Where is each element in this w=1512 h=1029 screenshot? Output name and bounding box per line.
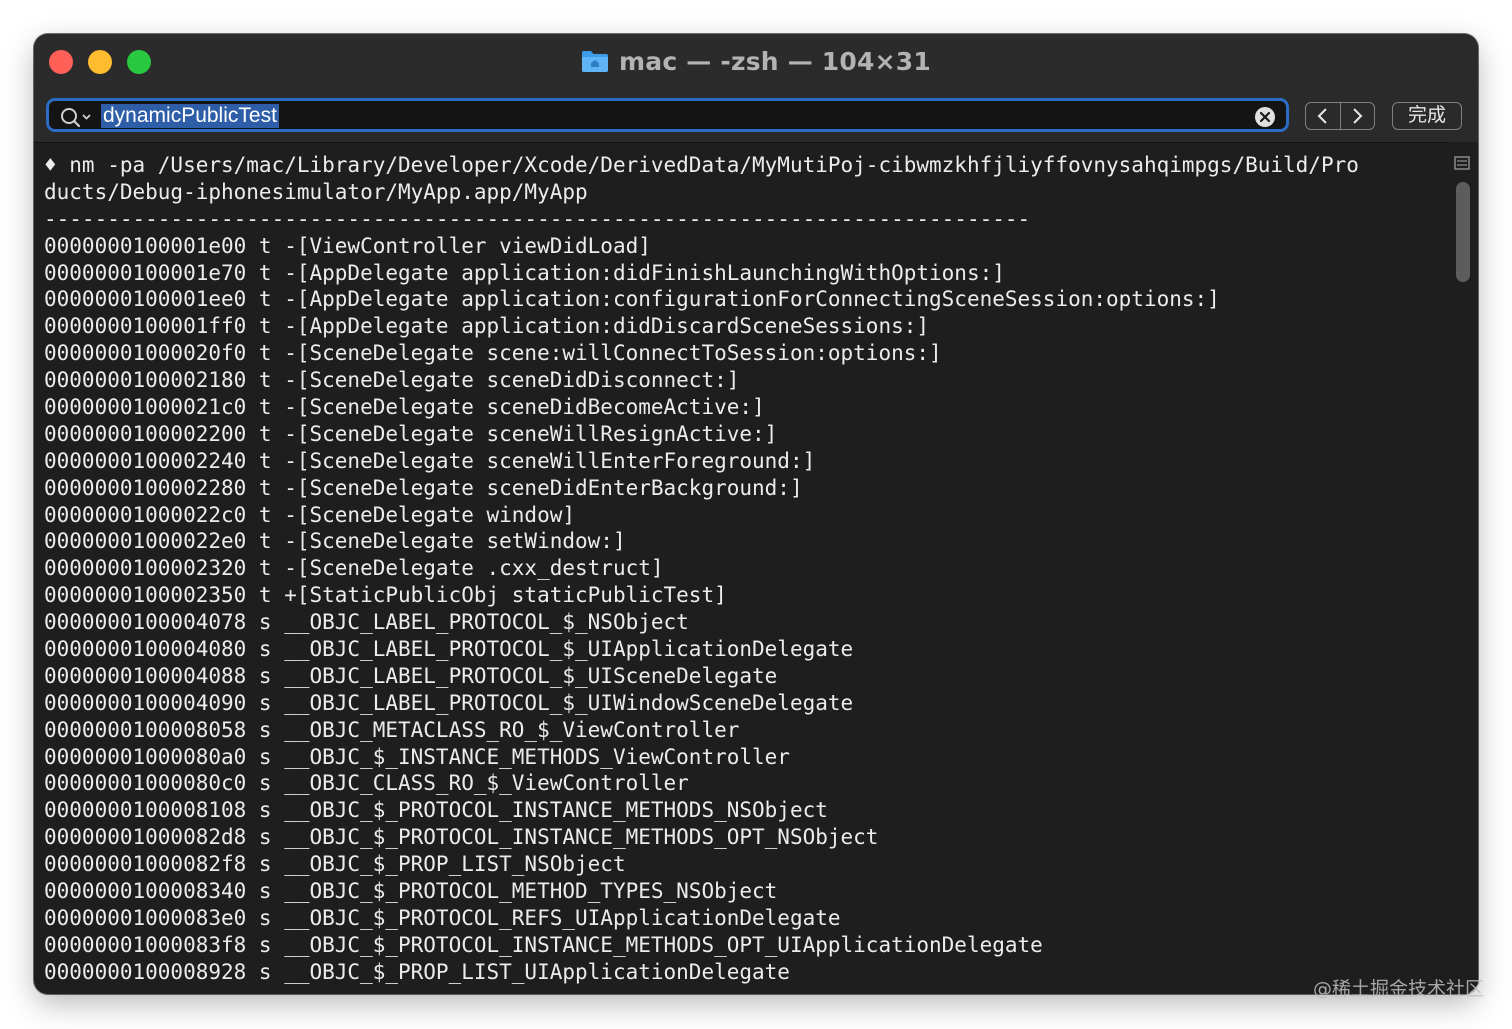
terminal-line: 0000000100001e70 t -[AppDelegate applica… (44, 260, 1005, 285)
terminal-line: 00000001000020f0 t -[SceneDelegate scene… (44, 341, 942, 366)
terminal-line: 0000000100008108 s __OBJC_$_PROTOCOL_INS… (44, 798, 828, 823)
terminal-line: 00000001000021c0 t -[SceneDelegate scene… (44, 395, 765, 420)
clear-search-icon[interactable] (1254, 106, 1276, 128)
terminal-line: ducts/Debug-iphonesimulator/MyApp.app/My… (44, 179, 588, 204)
terminal-line: 00000001000082f8 s __OBJC_$_PROP_LIST_NS… (44, 852, 626, 877)
terminal-line: 0000000100004088 s __OBJC_LABEL_PROTOCOL… (44, 663, 778, 688)
terminal-line: 00000001000080c0 s __OBJC_CLASS_RO_$_Vie… (44, 771, 689, 796)
terminal-line: 0000000100001ff0 t -[AppDelegate applica… (44, 314, 930, 339)
terminal-line: 00000001000022c0 t -[SceneDelegate windo… (44, 502, 576, 527)
terminal-line: ♦ nm -pa /Users/mac/Library/Developer/Xc… (44, 153, 1359, 177)
find-next-button[interactable] (1339, 103, 1375, 129)
terminal-line: 0000000100008928 s __OBJC_$_PROP_LIST_UI… (44, 959, 790, 984)
terminal-line: 00000001000083e0 s __OBJC_$_PROTOCOL_REF… (44, 905, 841, 930)
terminal-line: 0000000100002180 t -[SceneDelegate scene… (44, 368, 740, 393)
scrollbar-thumb[interactable] (1456, 182, 1470, 282)
find-previous-button[interactable] (1306, 103, 1340, 129)
terminal-line: 0000000100002280 t -[SceneDelegate scene… (44, 475, 803, 500)
terminal-line: 0000000100001e00 t -[ViewController view… (44, 233, 651, 258)
terminal-output[interactable]: ♦ nm -pa /Users/mac/Library/Developer/Xc… (34, 142, 1446, 994)
terminal-line: 00000001000080a0 s __OBJC_$_INSTANCE_MET… (44, 744, 790, 769)
terminal-line: 0000000100008340 s __OBJC_$_PROTOCOL_MET… (44, 879, 778, 904)
terminal-line: 00000001000083f8 s __OBJC_$_PROTOCOL_INS… (44, 932, 1043, 957)
terminal-line: 0000000100008058 s __OBJC_METACLASS_RO_$… (44, 717, 740, 742)
terminal-window: mac — -zsh — 104×31 dynamicPublicTest 完成… (34, 34, 1478, 994)
terminal-line: 0000000100002240 t -[SceneDelegate scene… (44, 448, 816, 473)
window-title: mac — -zsh — 104×31 (34, 44, 1478, 78)
terminal-line: ----------------------------------------… (44, 206, 1031, 231)
done-button[interactable]: 完成 (1392, 102, 1462, 130)
scrollbar[interactable] (1448, 142, 1478, 994)
terminal-line: 0000000100002320 t -[SceneDelegate .cxx_… (44, 556, 664, 581)
search-icon[interactable] (59, 106, 93, 128)
window-title-text: mac — -zsh — 104×31 (619, 46, 931, 76)
terminal-line: 0000000100001ee0 t -[AppDelegate applica… (44, 287, 1220, 312)
chevron-left-icon (1317, 108, 1327, 124)
terminal-line: 0000000100004078 s __OBJC_LABEL_PROTOCOL… (44, 610, 689, 635)
find-bar: dynamicPublicTest 完成 (34, 88, 1478, 143)
terminal-line: 0000000100004080 s __OBJC_LABEL_PROTOCOL… (44, 637, 854, 662)
terminal-line: 0000000100004090 s __OBJC_LABEL_PROTOCOL… (44, 690, 854, 715)
find-navigation (1305, 102, 1375, 130)
chevron-right-icon (1353, 108, 1363, 124)
marks-list-icon[interactable] (1454, 156, 1470, 170)
terminal-line: 00000001000022e0 t -[SceneDelegate setWi… (44, 529, 626, 554)
terminal-line: 0000000100002200 t -[SceneDelegate scene… (44, 421, 778, 446)
title-bar[interactable]: mac — -zsh — 104×31 (34, 34, 1478, 88)
terminal-line: 00000001000082d8 s __OBJC_$_PROTOCOL_INS… (44, 825, 879, 850)
terminal-line: 0000000100002350 t +[StaticPublicObj sta… (44, 583, 727, 608)
folder-home-icon (582, 51, 609, 72)
watermark-text: @稀土掘金技术社区 (1312, 978, 1484, 1000)
search-input[interactable]: dynamicPublicTest (46, 98, 1289, 132)
search-query-text[interactable]: dynamicPublicTest (101, 104, 279, 128)
